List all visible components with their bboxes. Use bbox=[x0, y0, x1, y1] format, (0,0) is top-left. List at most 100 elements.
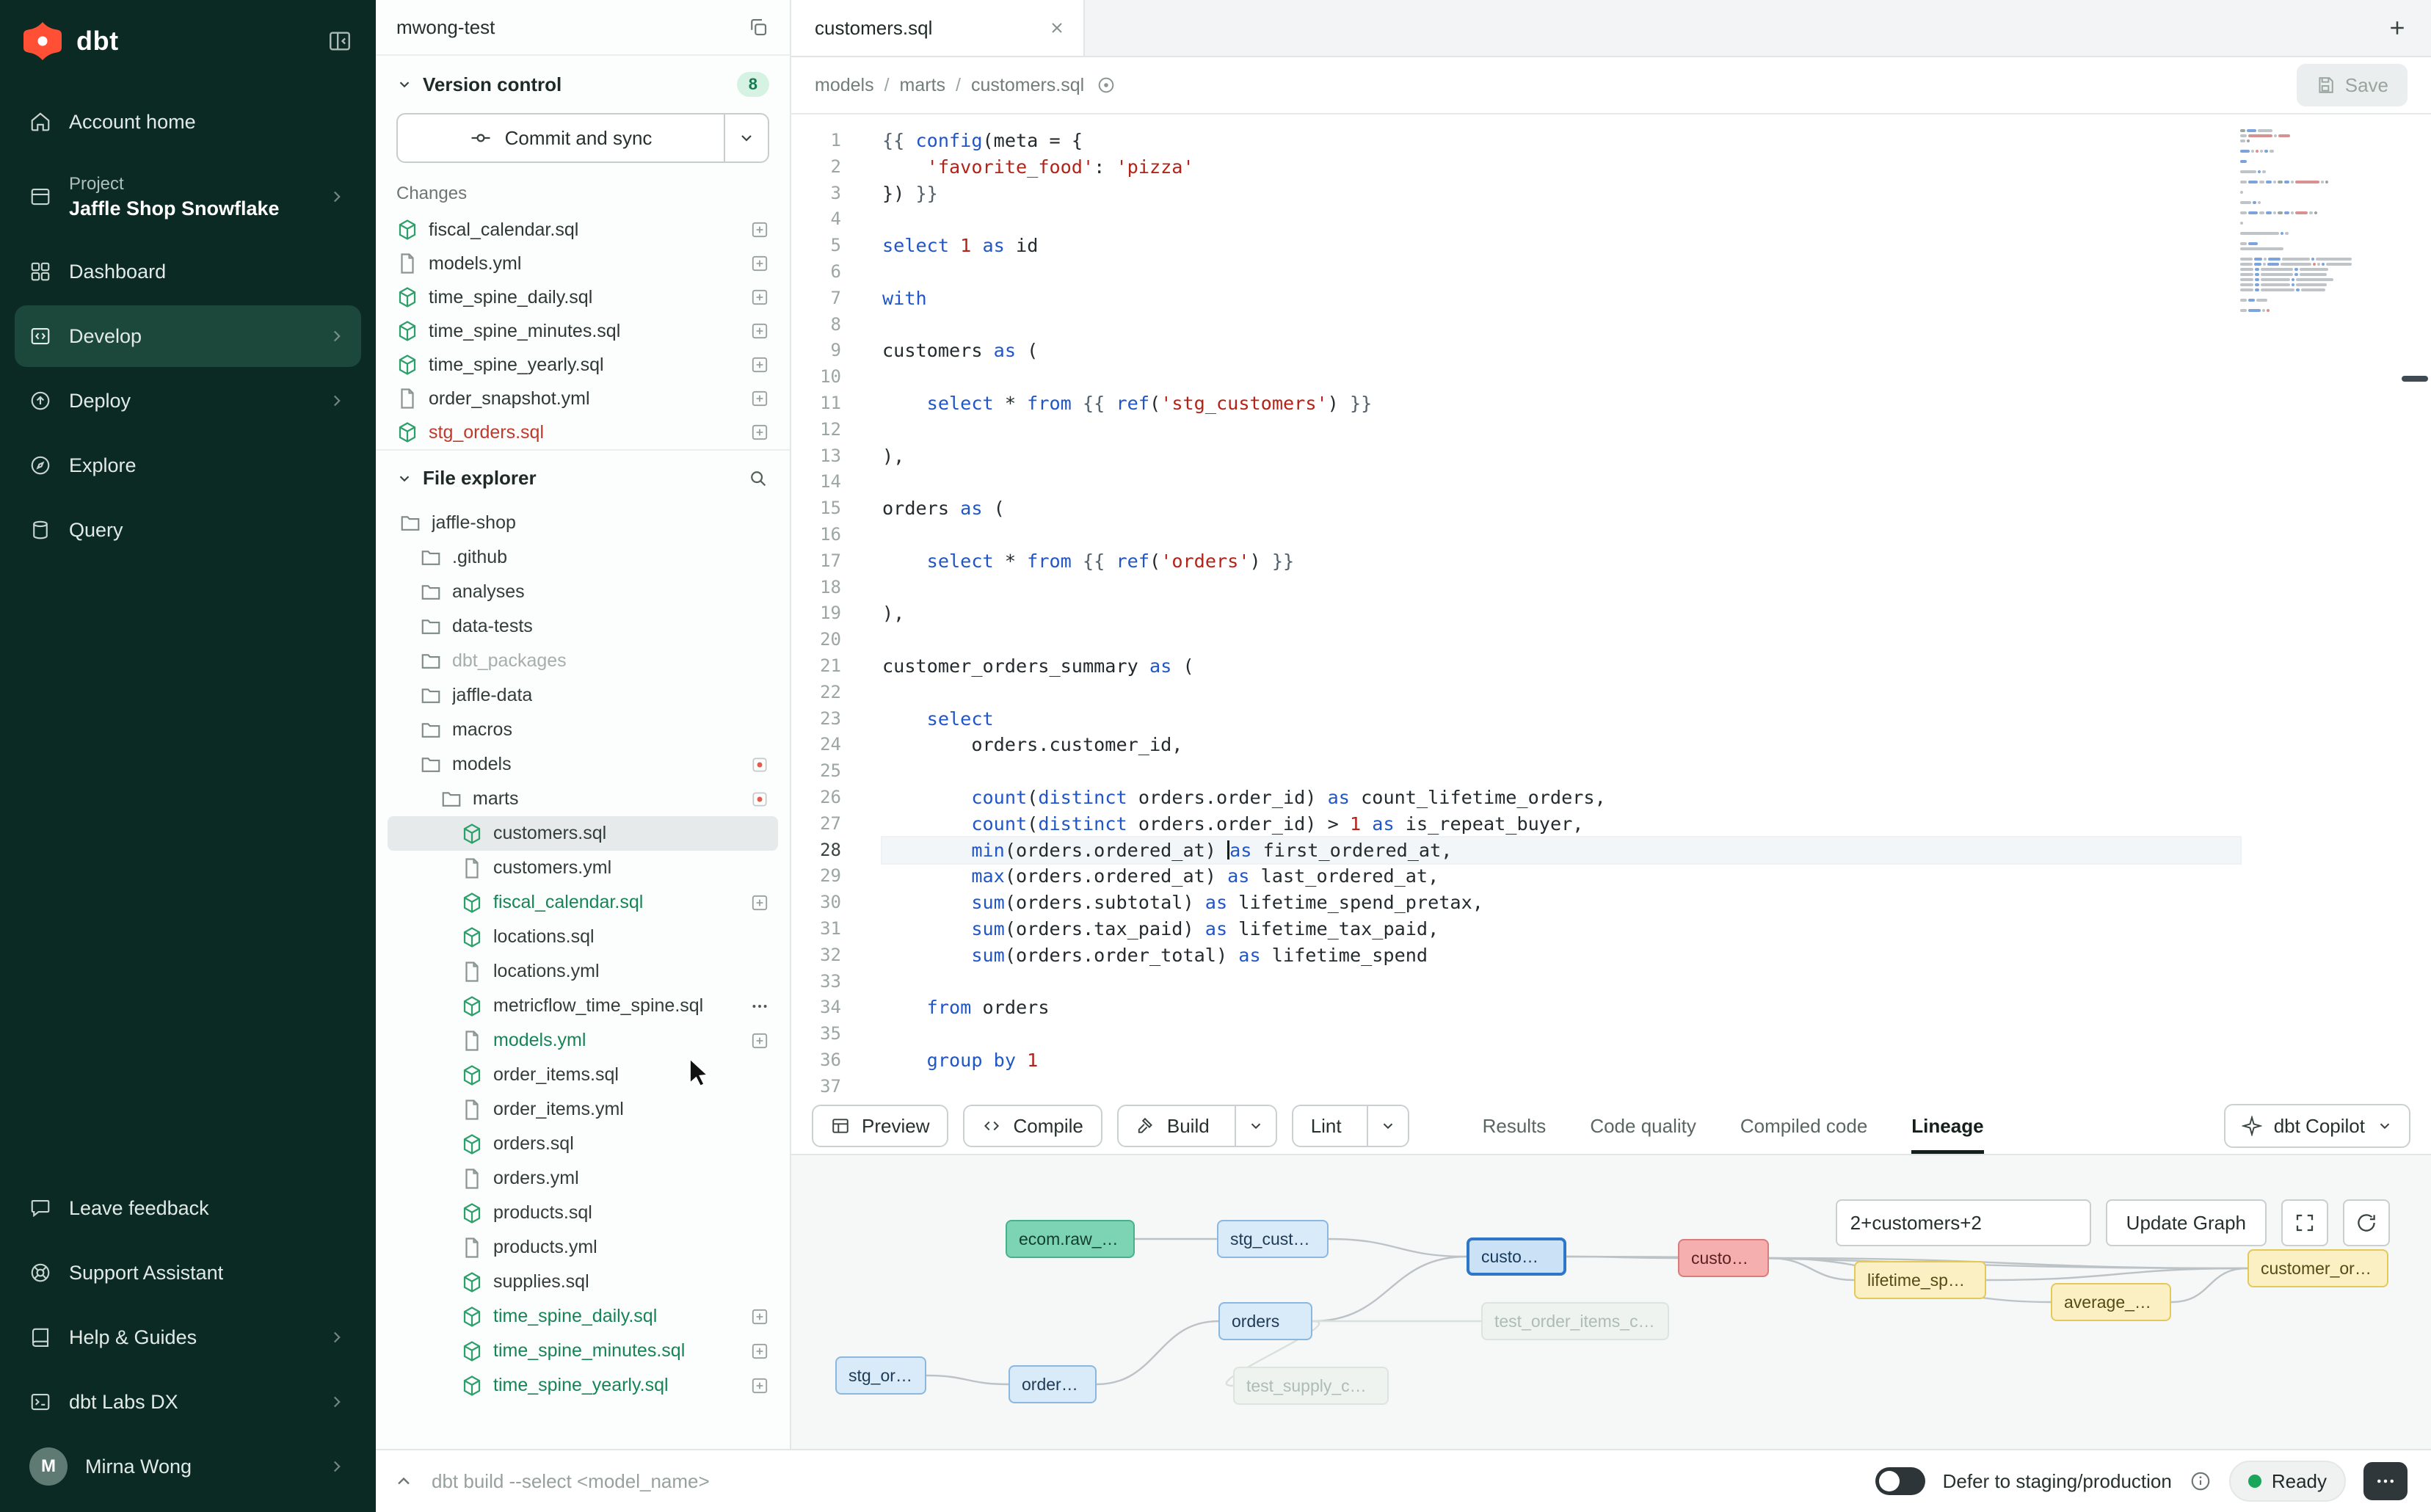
new-tab-button[interactable] bbox=[2363, 0, 2431, 56]
commit-options-chevron[interactable] bbox=[724, 115, 768, 161]
file-tree-row[interactable]: order_items.sql bbox=[388, 1058, 778, 1092]
version-control-section-header[interactable]: Version control 8 bbox=[376, 56, 790, 110]
file-tree-row[interactable]: products.yml bbox=[388, 1230, 778, 1265]
file-tree-row[interactable]: supplies.sql bbox=[388, 1265, 778, 1299]
lineage-node-customer_orde[interactable]: customer_orde… bbox=[2248, 1249, 2388, 1287]
minimap[interactable] bbox=[2240, 129, 2352, 319]
sidebar-item-help-guides[interactable]: Help & Guides bbox=[15, 1306, 361, 1368]
stage-file-icon[interactable] bbox=[750, 321, 769, 341]
stage-file-icon[interactable] bbox=[750, 423, 769, 442]
file-tree-row[interactable]: customers.sql bbox=[388, 816, 778, 851]
stage-file-icon[interactable] bbox=[750, 1342, 769, 1361]
tab-results[interactable]: Results bbox=[1483, 1098, 1547, 1154]
sidebar-item-account-home[interactable]: Account home bbox=[15, 91, 361, 153]
dbt-command-input[interactable] bbox=[432, 1470, 1858, 1493]
change-row[interactable]: time_spine_yearly.sql bbox=[388, 348, 778, 382]
change-row[interactable]: models.yml bbox=[388, 247, 778, 280]
change-row[interactable]: stg_orders.sql bbox=[388, 415, 778, 449]
file-tree-row[interactable]: locations.yml bbox=[388, 954, 778, 989]
file-tree-row[interactable]: time_spine_yearly.sql bbox=[388, 1368, 778, 1403]
change-row[interactable]: order_snapshot.yml bbox=[388, 382, 778, 415]
file-tree-row[interactable]: models bbox=[388, 747, 778, 782]
lineage-node-test_order[interactable]: test_order_items_com… bbox=[1481, 1302, 1669, 1340]
sidebar-item-dbt-labs-dx[interactable]: dbt Labs DX bbox=[15, 1371, 361, 1433]
lineage-node-order_it[interactable]: order_it… bbox=[1009, 1365, 1097, 1403]
file-tree-row[interactable]: locations.sql bbox=[388, 920, 778, 954]
more-options-button[interactable] bbox=[2363, 1462, 2408, 1500]
lineage-node-lifetime[interactable]: lifetime_spen… bbox=[1854, 1261, 1986, 1299]
sidebar-item-leave-feedback[interactable]: Leave feedback bbox=[15, 1177, 361, 1239]
search-files-icon[interactable] bbox=[747, 468, 769, 490]
file-tree-row[interactable]: macros bbox=[388, 713, 778, 747]
compile-button[interactable]: Compile bbox=[963, 1105, 1102, 1147]
update-graph-button[interactable]: Update Graph bbox=[2106, 1199, 2267, 1246]
stage-file-icon[interactable] bbox=[750, 355, 769, 374]
build-options-chevron[interactable] bbox=[1235, 1106, 1276, 1146]
change-row[interactable]: fiscal_calendar.sql bbox=[388, 213, 778, 247]
stage-file-icon[interactable] bbox=[750, 220, 769, 239]
lineage-node-average[interactable]: average_ord… bbox=[2051, 1283, 2171, 1321]
stage-file-icon[interactable] bbox=[750, 288, 769, 307]
file-tree-row[interactable]: time_spine_daily.sql bbox=[388, 1299, 778, 1334]
lineage-node-stg_orders[interactable]: stg_orders bbox=[835, 1356, 926, 1395]
row-menu-icon[interactable] bbox=[750, 997, 769, 1016]
stage-file-icon[interactable] bbox=[750, 1376, 769, 1395]
tab-lineage[interactable]: Lineage bbox=[1911, 1098, 1983, 1154]
file-tree-row[interactable]: orders.yml bbox=[388, 1161, 778, 1196]
stage-file-icon[interactable] bbox=[750, 1031, 769, 1050]
stage-file-icon[interactable] bbox=[750, 389, 769, 408]
sidebar-item-user-account[interactable]: M Mirna Wong bbox=[15, 1436, 361, 1497]
change-row[interactable]: time_spine_daily.sql bbox=[388, 280, 778, 314]
dbt-copilot-button[interactable]: dbt Copilot bbox=[2224, 1104, 2410, 1148]
code-lines[interactable]: {{ config(meta = { 'favorite_food': 'piz… bbox=[882, 128, 2240, 1098]
lineage-node-custom[interactable]: custom… bbox=[1678, 1239, 1769, 1277]
close-tab-icon[interactable] bbox=[1048, 19, 1066, 37]
tab-compiled-code[interactable]: Compiled code bbox=[1740, 1098, 1867, 1154]
change-row[interactable]: time_spine_minutes.sql bbox=[388, 314, 778, 348]
info-icon[interactable] bbox=[2190, 1470, 2212, 1492]
lineage-node-test_supply[interactable]: test_supply_costs_s… bbox=[1233, 1367, 1389, 1405]
defer-toggle[interactable] bbox=[1875, 1467, 1925, 1495]
commit-and-sync-button[interactable]: Commit and sync bbox=[396, 113, 769, 163]
stage-file-icon[interactable] bbox=[750, 1307, 769, 1326]
file-tree-row[interactable]: metricflow_time_spine.sql bbox=[388, 989, 778, 1023]
file-tree-row[interactable]: analyses bbox=[388, 575, 778, 609]
stage-file-icon[interactable] bbox=[750, 254, 769, 273]
file-tree-row[interactable]: dbt_packages bbox=[388, 644, 778, 678]
ide-status-badge[interactable]: Ready bbox=[2229, 1461, 2346, 1502]
copy-branch-icon[interactable] bbox=[747, 16, 769, 38]
file-tree-row[interactable]: order_items.yml bbox=[388, 1092, 778, 1127]
fullscreen-button[interactable] bbox=[2281, 1199, 2328, 1246]
tab-customers-sql[interactable]: customers.sql bbox=[791, 0, 1085, 56]
tab-code-quality[interactable]: Code quality bbox=[1590, 1098, 1696, 1154]
build-button[interactable]: Build bbox=[1117, 1105, 1277, 1147]
file-tree-row[interactable]: marts bbox=[388, 782, 778, 816]
stage-file-icon[interactable] bbox=[750, 893, 769, 912]
file-explorer-section-header[interactable]: File explorer bbox=[376, 449, 790, 503]
file-tree-row[interactable]: .github bbox=[388, 540, 778, 575]
breadcrumb-models[interactable]: models bbox=[815, 75, 874, 96]
refresh-graph-button[interactable] bbox=[2343, 1199, 2390, 1246]
lineage-node-orders[interactable]: orders bbox=[1218, 1302, 1312, 1340]
file-tree-row[interactable]: models.yml bbox=[388, 1023, 778, 1058]
breadcrumb-marts[interactable]: marts bbox=[874, 75, 945, 96]
file-tree-row[interactable]: data-tests bbox=[388, 609, 778, 644]
file-tree-row[interactable]: jaffle-shop bbox=[388, 506, 778, 540]
lint-button[interactable]: Lint bbox=[1292, 1105, 1409, 1147]
sidebar-item-develop[interactable]: Develop bbox=[15, 305, 361, 367]
save-button[interactable]: Save bbox=[2297, 64, 2408, 106]
lineage-node-customers[interactable]: customers bbox=[1467, 1237, 1566, 1276]
preview-button[interactable]: Preview bbox=[812, 1105, 948, 1147]
file-tree-row[interactable]: jaffle-data bbox=[388, 678, 778, 713]
breadcrumb-file[interactable]: customers.sql bbox=[945, 75, 1084, 96]
expand-history-icon[interactable] bbox=[393, 1471, 414, 1491]
file-tree-row[interactable]: time_spine_minutes.sql bbox=[388, 1334, 778, 1368]
file-tree-row[interactable]: fiscal_calendar.sql bbox=[388, 885, 778, 920]
file-tree-row[interactable]: customers.yml bbox=[388, 851, 778, 885]
sidebar-item-explore[interactable]: Explore bbox=[15, 435, 361, 496]
code-editor[interactable]: 1234567891011121314151617181920212223242… bbox=[791, 115, 2431, 1098]
file-tree-row[interactable]: products.sql bbox=[388, 1196, 778, 1230]
sidebar-item-dashboard[interactable]: Dashboard bbox=[15, 241, 361, 302]
lineage-node-ecom[interactable]: ecom.raw_cu… bbox=[1006, 1220, 1135, 1258]
lint-options-chevron[interactable] bbox=[1367, 1106, 1408, 1146]
